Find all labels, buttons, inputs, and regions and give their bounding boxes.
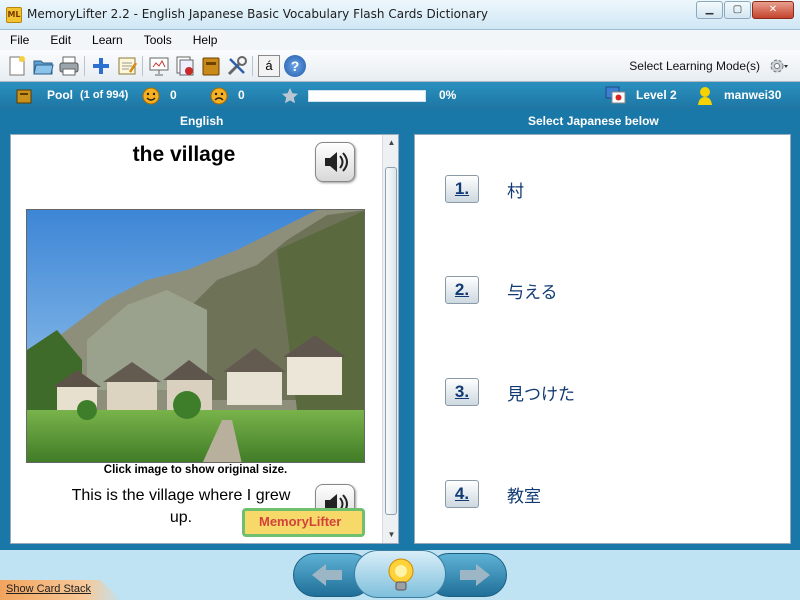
- image-caption: Click image to show original size.: [103, 464, 288, 476]
- scroll-down-arrow[interactable]: ▼: [383, 527, 398, 543]
- star-icon: [282, 88, 298, 104]
- answer-number[interactable]: 2.: [445, 276, 479, 304]
- window-title: MemoryLifter 2.2 - English Japanese Basi…: [27, 7, 489, 21]
- answer-number[interactable]: 4.: [445, 480, 479, 508]
- maximize-button[interactable]: ▢: [724, 1, 751, 19]
- status-bar: Pool (1 of 994) 0 0 0% Level 2 manwei30: [0, 82, 800, 110]
- user-name: manwei30: [724, 88, 782, 102]
- progress-bar: [308, 90, 426, 102]
- menu-help[interactable]: Help: [193, 33, 218, 47]
- progress-percent: 0%: [439, 88, 457, 102]
- tools-icon[interactable]: [226, 55, 248, 77]
- learning-mode-label[interactable]: Select Learning Mode(s): [629, 59, 760, 73]
- correct-count: 0: [170, 88, 177, 102]
- memorylifter-logo: MemoryLifter: [242, 508, 365, 537]
- app-icon: ML: [6, 7, 22, 23]
- accent-char-icon[interactable]: á: [258, 55, 280, 77]
- toolbar-separator: [142, 56, 143, 76]
- level-label: Level 2: [636, 88, 677, 102]
- new-document-icon[interactable]: [6, 55, 28, 77]
- scroll-up-arrow[interactable]: ▲: [383, 135, 398, 151]
- menu-tools[interactable]: Tools: [144, 33, 172, 47]
- arrow-left-icon: [312, 564, 342, 586]
- answers-header: Select Japanese below: [528, 114, 659, 128]
- menu-bar: File Edit Learn Tools Help: [0, 30, 800, 50]
- answer-text[interactable]: 見つけた: [507, 380, 575, 405]
- edit-card-icon[interactable]: [116, 55, 138, 77]
- show-card-stack-link[interactable]: Show Card Stack: [6, 583, 91, 595]
- print-icon[interactable]: [58, 55, 80, 77]
- question-image[interactable]: [26, 209, 365, 463]
- help-icon[interactable]: ?: [284, 55, 306, 77]
- speaker-icon: [325, 152, 348, 172]
- hint-button[interactable]: [354, 550, 446, 598]
- toolbar-separator: [252, 56, 253, 76]
- lightbulb-icon: [388, 558, 414, 591]
- play-word-audio-button[interactable]: [315, 142, 355, 182]
- frown-icon: [210, 87, 228, 105]
- answer-text[interactable]: 与える: [507, 278, 558, 303]
- card-box-icon: [16, 89, 32, 104]
- open-folder-icon[interactable]: [32, 55, 54, 77]
- close-button[interactable]: ✕: [752, 1, 794, 19]
- answer-text[interactable]: 教室: [507, 482, 541, 507]
- menu-learn[interactable]: Learn: [92, 33, 123, 47]
- question-header: English: [180, 114, 224, 128]
- title-bar: ML MemoryLifter 2.2 - English Japanese B…: [0, 0, 800, 30]
- pool-label: Pool: [47, 88, 73, 102]
- vertical-scrollbar[interactable]: ▲ ▼: [382, 135, 398, 543]
- scroll-thumb[interactable]: [385, 167, 397, 515]
- answer-number[interactable]: 1.: [445, 175, 479, 203]
- flag-icon: [605, 86, 626, 104]
- toolbar: á ? Select Learning Mode(s): [0, 50, 800, 82]
- toolbar-separator: [84, 56, 85, 76]
- card-stack-icon[interactable]: [174, 55, 196, 77]
- menu-file[interactable]: File: [10, 33, 29, 47]
- gear-icon[interactable]: [768, 56, 788, 76]
- slideshow-icon[interactable]: [148, 55, 170, 77]
- minimize-button[interactable]: ▁: [696, 1, 723, 19]
- question-panel: the village Click image to show original…: [10, 134, 399, 544]
- smile-icon: [142, 87, 160, 105]
- dictionary-icon[interactable]: [200, 55, 222, 77]
- add-card-icon[interactable]: [90, 55, 112, 77]
- answer-text[interactable]: 村: [507, 177, 524, 202]
- village-photo: [27, 210, 364, 462]
- window-controls: ▁ ▢ ✕: [695, 1, 794, 19]
- logo-text: MemoryLifter: [259, 514, 342, 529]
- user-icon: [698, 87, 712, 105]
- menu-edit[interactable]: Edit: [50, 33, 71, 47]
- wrong-count: 0: [238, 88, 245, 102]
- answer-number[interactable]: 3.: [445, 378, 479, 406]
- pool-count: (1 of 994): [80, 89, 129, 101]
- answers-panel: 1. 村 2. 与える 3. 見つけた 4. 教室: [414, 134, 791, 544]
- question-word: the village: [132, 143, 236, 166]
